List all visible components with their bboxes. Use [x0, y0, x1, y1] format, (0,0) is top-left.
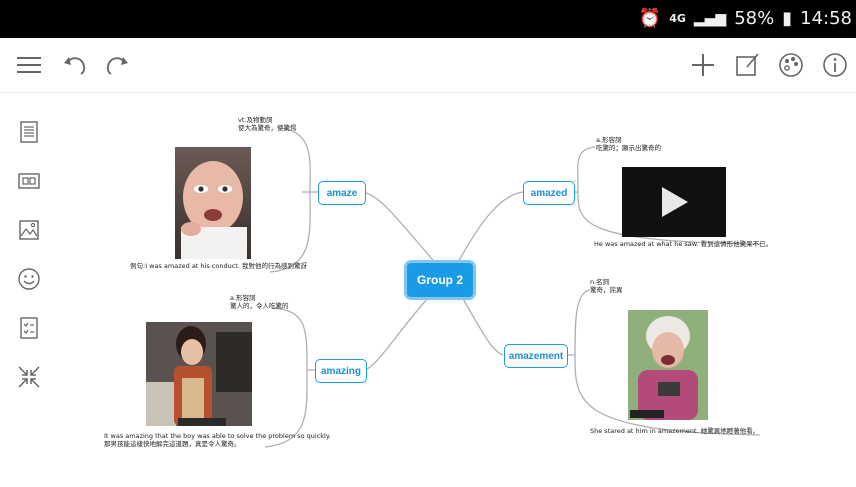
edit-box-icon[interactable] [728, 46, 766, 84]
amaze-example: 例句:I was amazed at his conduct. 我對他的行為感到… [130, 262, 307, 270]
status-indicators: ⏰ 4G ▂▄▆ 58% ▮ 14:58 [639, 8, 852, 29]
amazement-meaning: 驚奇，詫異 [590, 286, 623, 294]
left-sidebar [0, 92, 60, 487]
topic-amazement[interactable]: amazement [504, 344, 568, 368]
amazing-meaning: 驚人的，令人吃驚的 [230, 302, 289, 310]
theme-icon[interactable] [772, 46, 810, 84]
checklist-icon[interactable] [14, 313, 44, 343]
amazed-meaning: 吃驚的；顯示出驚奇的 [596, 144, 661, 152]
menu-icon[interactable] [10, 46, 48, 84]
amazing-part-of-speech: a.形容詞 [230, 294, 256, 302]
undo-icon[interactable] [56, 46, 94, 84]
amazement-part-of-speech: n.名詞 [590, 278, 610, 286]
clock: 14:58 [800, 8, 852, 29]
signal-icon: ▂▄▆ [693, 10, 727, 27]
topic-amaze[interactable]: amaze [318, 181, 366, 205]
presentation-icon[interactable] [14, 166, 44, 196]
outline-icon[interactable] [14, 117, 44, 147]
play-icon[interactable] [622, 167, 726, 237]
amaze-meaning: 使大為驚奇，使驚愕 [238, 124, 297, 132]
redo-icon[interactable] [98, 46, 136, 84]
amazing-example-english: It was amazing that the boy was able to … [104, 432, 331, 440]
toolbar [0, 38, 856, 93]
emoji-icon[interactable] [14, 264, 44, 294]
network-type: 4G [669, 12, 686, 25]
central-topic-group-2[interactable]: Group 2 [404, 260, 476, 300]
alarm-icon: ⏰ [638, 8, 662, 29]
mindmap-canvas[interactable]: Group 2 amaze vt.及物動詞 使大為驚奇，使驚愕 例句:I was… [60, 92, 856, 487]
amaze-part-of-speech: vt.及物動詞 [238, 116, 273, 124]
battery-icon: ▮ [782, 8, 793, 29]
topic-amazing[interactable]: amazing [315, 359, 367, 383]
amazed-example: He was amazed at what he saw. 看到這情形他驚呆不已… [594, 240, 773, 248]
status-bar: ⏰ 4G ▂▄▆ 58% ▮ 14:58 [0, 0, 856, 38]
amaze-baby-photo [175, 147, 251, 259]
amazed-video-thumbnail[interactable] [622, 167, 726, 237]
topic-amazed[interactable]: amazed [523, 181, 575, 205]
amazement-grandma-photo [628, 310, 708, 420]
collapse-icon[interactable] [14, 362, 44, 392]
image-icon[interactable] [14, 215, 44, 245]
info-icon[interactable] [816, 46, 854, 84]
amazed-part-of-speech: a.形容詞 [596, 136, 622, 144]
amazing-example-chinese: 那男孩能這樣快地解完這道題，真是令人驚奇。 [104, 440, 241, 448]
battery-percent: 58% [734, 8, 775, 29]
amazing-woman-photo [146, 322, 252, 426]
plus-icon[interactable] [684, 46, 722, 84]
amazement-example: She stared at him in amazement. 她驚異地瞪著他看… [590, 427, 760, 435]
